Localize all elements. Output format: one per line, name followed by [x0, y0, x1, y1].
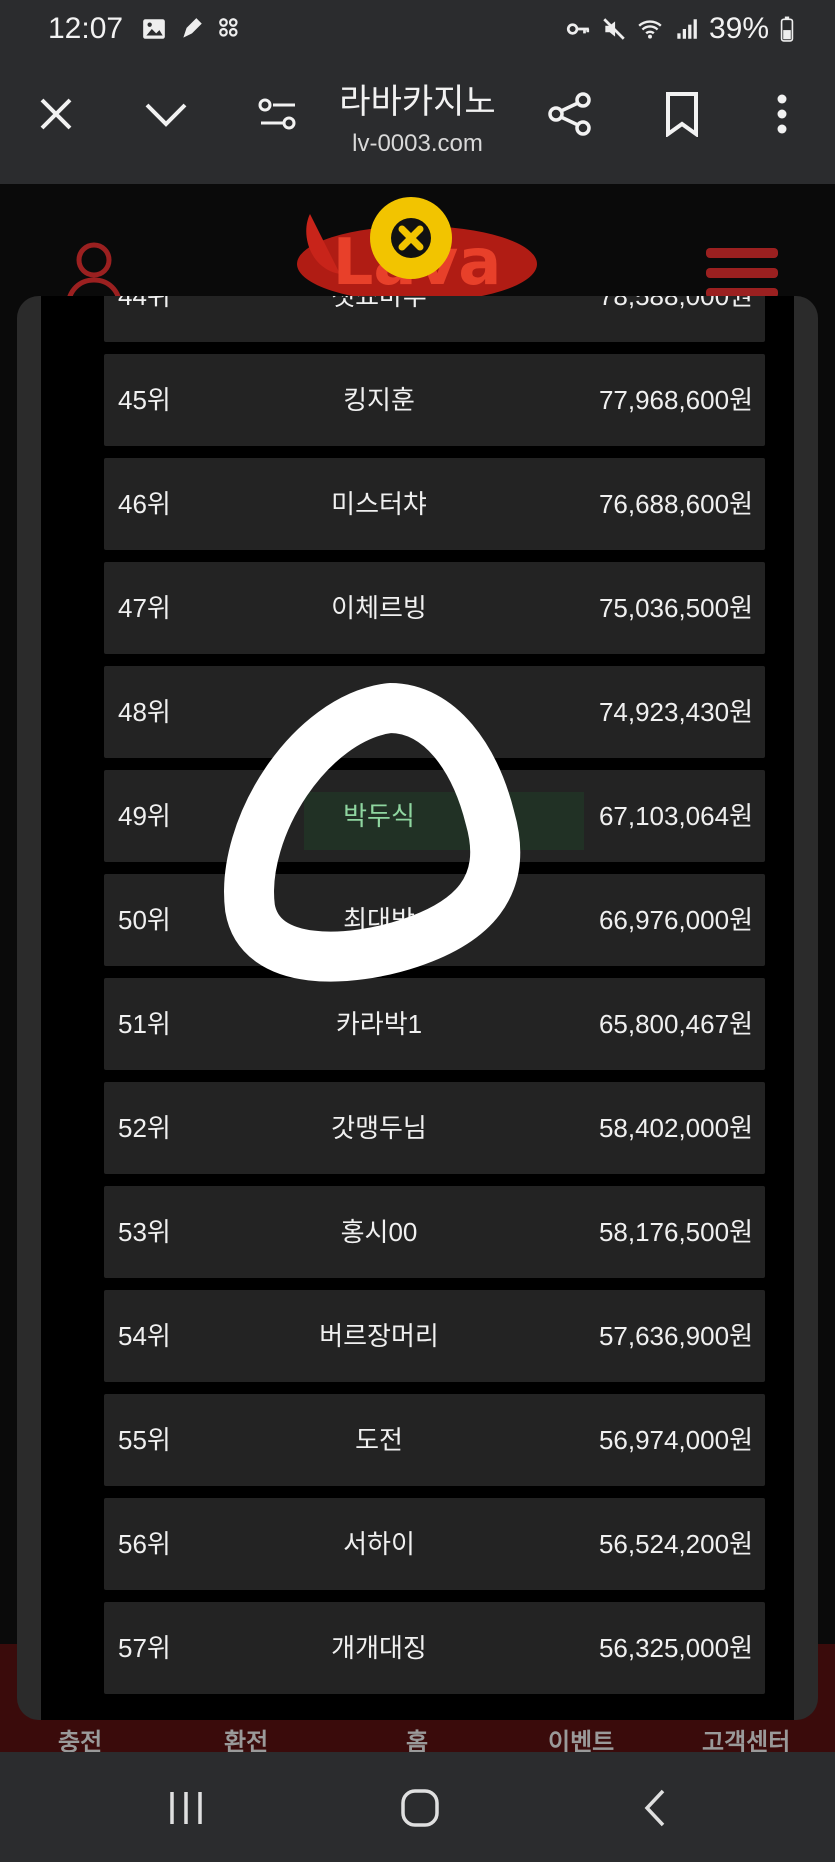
- rank-position: 45위: [118, 385, 171, 415]
- rank-position: 46위: [118, 489, 171, 519]
- ranking-row: 56위 서하이 56,524,200원: [104, 1498, 765, 1590]
- rank-position: 52위: [118, 1113, 171, 1143]
- ranking-row: 52위 갓맹두님 58,402,000원: [104, 1082, 765, 1174]
- bookmark-icon: [666, 92, 698, 137]
- status-notification-icons: [141, 16, 243, 42]
- more-button[interactable]: [750, 82, 814, 146]
- rank-amount: 65,800,467원: [598, 1009, 753, 1039]
- wifi-icon: [638, 20, 662, 39]
- nav-event[interactable]: 이벤트: [548, 1722, 614, 1752]
- rank-position: 57위: [118, 1633, 171, 1663]
- recents-icon: [170, 1792, 202, 1824]
- ranking-row: 45위 킹지훈 77,968,600원: [104, 354, 765, 446]
- scribble-annotation: [224, 683, 521, 982]
- rank-amount: 78,588,000원: [598, 296, 753, 311]
- share-button[interactable]: [538, 82, 602, 146]
- ranking-row: 57위 개개대징 56,325,000원: [104, 1602, 765, 1694]
- rank-amount: 58,176,500원: [598, 1217, 753, 1247]
- mute-icon: [603, 18, 625, 40]
- back-button[interactable]: [622, 1780, 686, 1836]
- rank-amount: 56,325,000원: [598, 1633, 753, 1663]
- ranking-list[interactable]: 44위 젯쇼마루 78,588,000원 45위 킹지훈 77,968,600원 46위 미스…: [41, 296, 794, 1720]
- status-time: 12:07: [48, 12, 124, 45]
- rank-position: 50위: [118, 905, 171, 935]
- rank-position: 54위: [118, 1321, 171, 1351]
- key-icon: [566, 23, 590, 35]
- recent-apps-button[interactable]: [154, 1780, 218, 1836]
- nav-withdraw[interactable]: 환전: [224, 1722, 268, 1752]
- dots-icon: [219, 18, 238, 37]
- bookmark-button[interactable]: [650, 82, 714, 146]
- rank-player-name: 개개대징: [331, 1633, 427, 1663]
- home-button[interactable]: [388, 1780, 452, 1836]
- rank-amount: 56,974,000원: [598, 1425, 753, 1455]
- rank-position: 49위: [118, 801, 171, 831]
- rank-amount: 56,524,200원: [598, 1529, 753, 1559]
- rank-player-name: 젯쇼마루: [331, 296, 427, 311]
- rank-amount: 57,636,900원: [598, 1321, 753, 1351]
- pen-icon: [183, 18, 202, 38]
- ranking-row: 55위 도전 56,974,000원: [104, 1394, 765, 1486]
- rank-amount: 67,103,064원: [598, 801, 753, 831]
- rank-position: 53위: [118, 1217, 171, 1247]
- rank-position: 48위: [118, 697, 171, 727]
- rank-player-name: 갓맹두님: [331, 1113, 427, 1143]
- share-icon: [548, 92, 591, 136]
- close-icon: [391, 218, 431, 258]
- home-icon: [401, 1789, 439, 1827]
- rank-player-name: 버르장머리: [319, 1321, 439, 1351]
- ranking-row: 54위 버르장머리 57,636,900원: [104, 1290, 765, 1382]
- rank-position: 44위: [118, 296, 171, 311]
- status-bar: 12:07 39%: [0, 0, 835, 58]
- signal-icon: [677, 19, 697, 39]
- rank-position: 56위: [118, 1529, 171, 1559]
- status-system-icons: 39%: [565, 12, 795, 46]
- rank-player-name: 킹지훈: [343, 385, 415, 415]
- rank-player-name: 이체르빙: [331, 593, 427, 623]
- image-icon: [143, 19, 165, 39]
- ranking-modal: 44위 젯쇼마루 78,588,000원 45위 킹지훈 77,968,600원 46위 미스…: [17, 296, 818, 1720]
- back-icon: [644, 1789, 665, 1827]
- nav-deposit[interactable]: 충전: [58, 1722, 102, 1752]
- rank-amount: 74,923,430원: [598, 697, 753, 727]
- ranking-row: 53위 홍시00 58,176,500원: [104, 1186, 765, 1278]
- nav-support[interactable]: 고객센터: [702, 1722, 790, 1752]
- nav-home[interactable]: 홈: [406, 1722, 428, 1752]
- rank-amount: 58,402,000원: [598, 1113, 753, 1143]
- rank-amount: 66,976,000원: [598, 905, 753, 935]
- rank-player-name: 서하이: [343, 1529, 415, 1559]
- rank-position: 55위: [118, 1425, 171, 1455]
- close-modal-button[interactable]: [370, 197, 452, 279]
- system-nav-bar: [0, 1752, 835, 1862]
- menu-icon[interactable]: [706, 246, 778, 300]
- rank-amount: 75,036,500원: [598, 593, 753, 623]
- more-icon: [777, 94, 787, 134]
- ranking-row: 44위 젯쇼마루 78,588,000원: [104, 296, 765, 342]
- rank-player-name: 도전: [355, 1425, 403, 1455]
- battery-percent: 39%: [708, 12, 769, 45]
- rank-position: 47위: [118, 593, 171, 623]
- browser-toolbar: 라바카지노 lv-0003.com: [0, 58, 835, 184]
- rank-player-name: 홍시00: [340, 1217, 418, 1247]
- battery-icon: [780, 16, 794, 42]
- rank-player-name: 미스터챠: [331, 489, 427, 519]
- ranking-row: 47위 이체르빙 75,036,500원: [104, 562, 765, 654]
- rank-amount: 76,688,600원: [598, 489, 753, 519]
- rank-position: 51위: [118, 1009, 171, 1039]
- rank-amount: 77,968,600원: [598, 385, 753, 415]
- ranking-row: 46위 미스터챠 76,688,600원: [104, 458, 765, 550]
